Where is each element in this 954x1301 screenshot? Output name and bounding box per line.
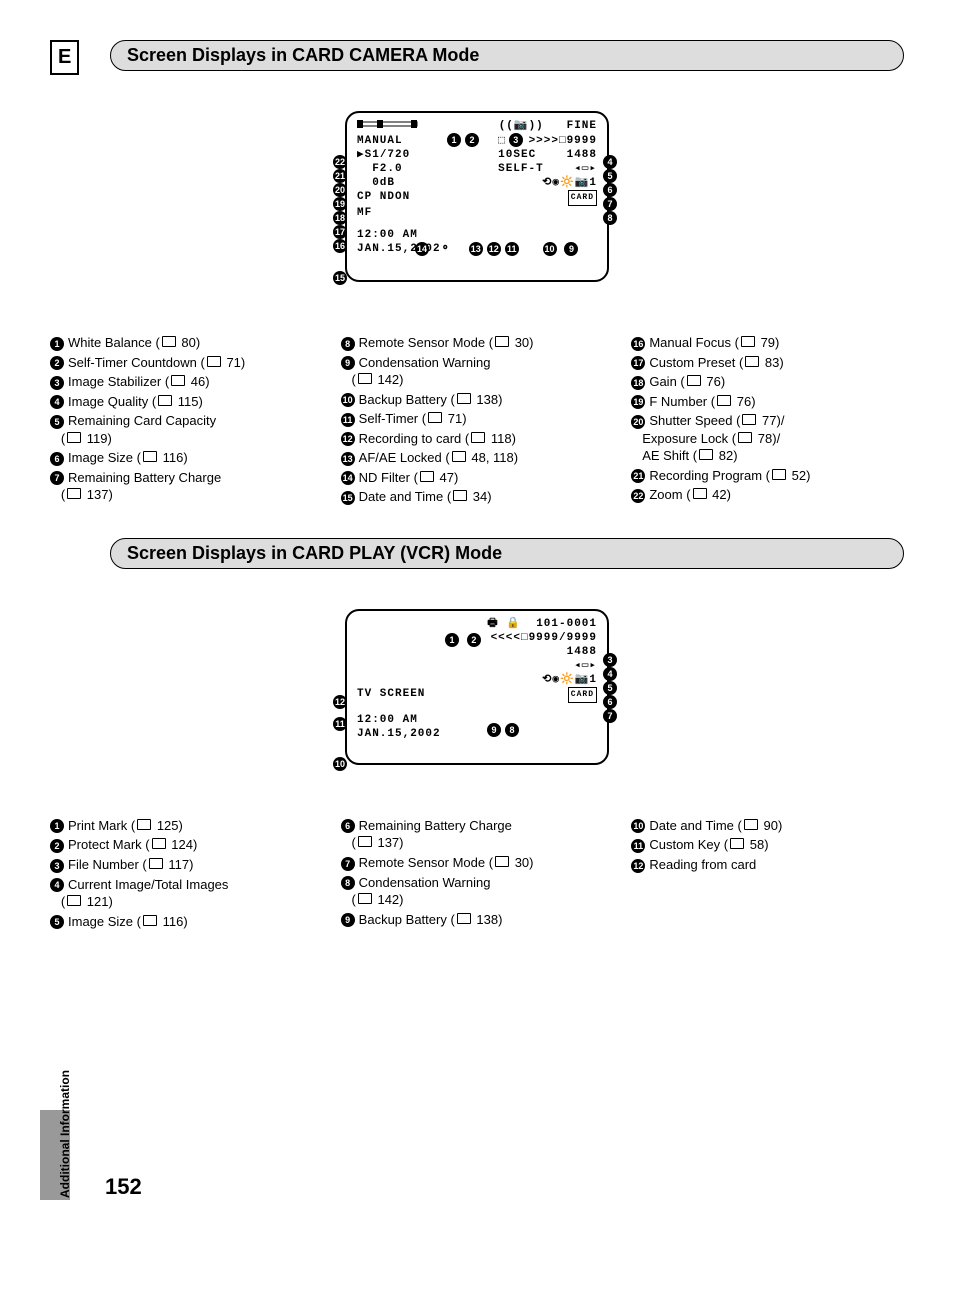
heading-card-play: Screen Displays in CARD PLAY (VCR) Mode [110, 538, 904, 569]
legend-card-camera: 1White Balance ( 80) 2Self-Timer Countdo… [50, 332, 904, 508]
diagram-card-camera: 12 3 ((📷)) FINE MANUAL⬚ >>>>□9999 ▶S1/72… [337, 111, 617, 282]
screen-frame-1: ((📷)) FINE MANUAL⬚ >>>>□9999 ▶S1/72010SE… [345, 111, 609, 282]
side-tab-label: Additional Information [58, 1070, 72, 1198]
heading-card-camera: Screen Displays in CARD CAMERA Mode [110, 40, 904, 71]
page-number: 152 [105, 1174, 142, 1200]
section-card-play: Screen Displays in CARD PLAY (VCR) Mode … [50, 538, 904, 932]
screen-frame-2: 🖶 🔒 101-0001 <<<<□9999/9999 1488 ◂▭▸ ⟲◉🔆… [345, 609, 609, 765]
section-card-camera: Screen Displays in CARD CAMERA Mode 12 3… [50, 40, 904, 508]
diagram-card-play: 1 2 🖶 🔒 101-0001 <<<<□9999/9999 1488 ◂▭▸… [337, 609, 617, 765]
legend-card-play: 1Print Mark ( 125) 2Protect Mark ( 124) … [50, 815, 904, 932]
